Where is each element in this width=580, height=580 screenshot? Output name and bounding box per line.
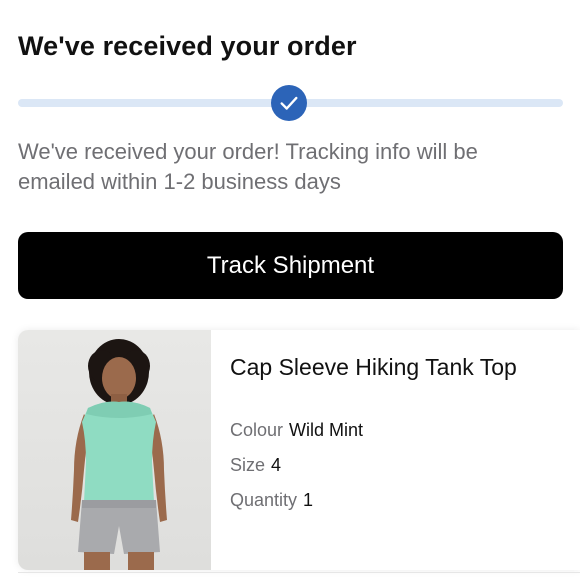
product-name[interactable]: Cap Sleeve Hiking Tank Top	[230, 348, 570, 386]
order-status-message: We've received your order! Tracking info…	[18, 139, 478, 194]
product-attribute-quantity: Quantity 1	[230, 488, 313, 512]
page-title: We've received your order	[18, 31, 357, 61]
attribute-value: Wild Mint	[289, 420, 364, 440]
attribute-label: Colour	[230, 420, 284, 440]
product-photo[interactable]	[18, 330, 211, 570]
track-shipment-button[interactable]: Track Shipment	[18, 232, 563, 299]
progress-marker	[271, 85, 307, 121]
attribute-value: 4	[271, 455, 282, 475]
checkmark-icon	[280, 96, 298, 110]
divider	[18, 572, 580, 573]
product-details: Cap Sleeve Hiking Tank Top Colour Wild Mi…	[230, 348, 570, 510]
attribute-label: Size	[230, 455, 266, 475]
product-photo-illustration	[71, 339, 167, 570]
attribute-value: 1	[303, 490, 314, 510]
product-attribute-size: Size 4	[230, 453, 281, 477]
product-card[interactable]: Cap Sleeve Hiking Tank Top Colour Wild Mi…	[18, 330, 580, 570]
product-attribute-colour: Colour Wild Mint	[230, 418, 363, 442]
order-confirmation-page: We've received your order We've received…	[0, 0, 580, 580]
attribute-label: Quantity	[230, 490, 298, 510]
